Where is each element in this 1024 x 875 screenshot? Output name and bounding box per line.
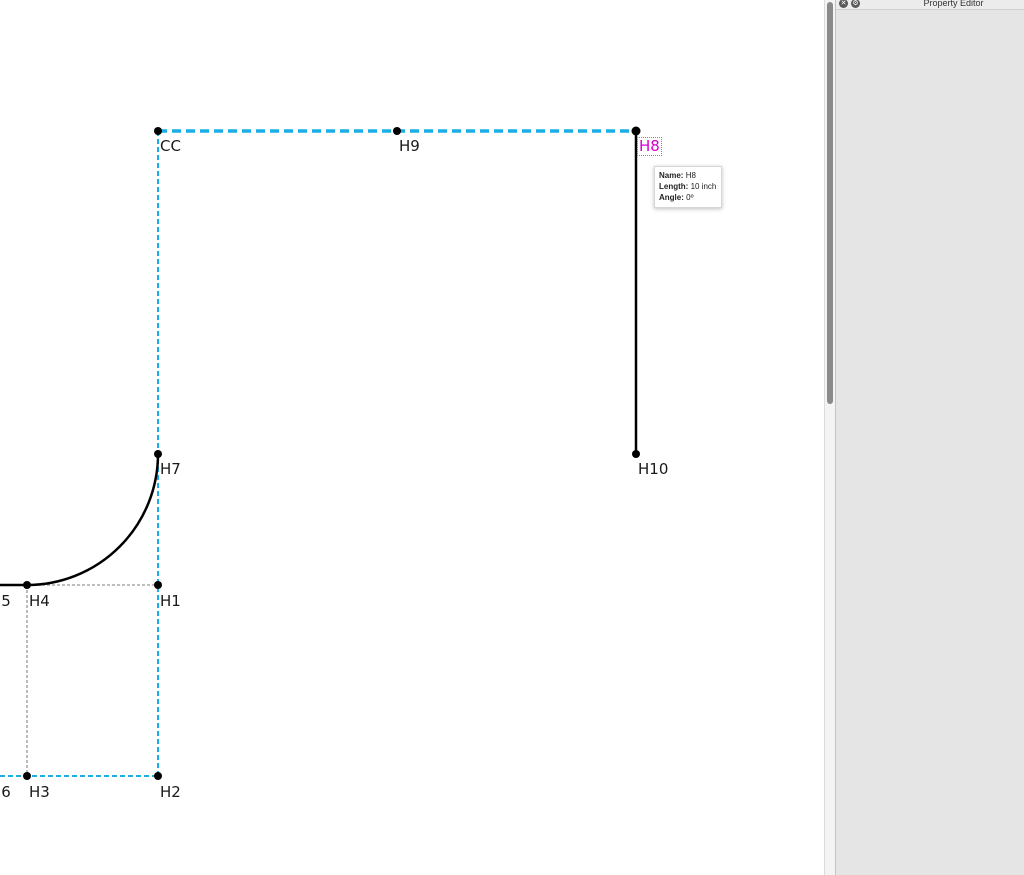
panel-titlebar[interactable]: ✕ ⚙ Property Editor xyxy=(836,0,1024,10)
curve-h4-h7[interactable] xyxy=(26,453,160,587)
tooltip-angle-key: Angle: xyxy=(659,193,684,202)
tooltip-angle-row: Angle: 0º xyxy=(659,192,716,203)
point-label-h8[interactable]: H8 xyxy=(637,137,662,156)
tooltip-length-row: Length: 10 inch xyxy=(659,181,716,192)
point-label-h7[interactable]: H7 xyxy=(160,462,181,477)
point-label-h6[interactable]: H6 xyxy=(0,785,11,800)
point-label-h2[interactable]: H2 xyxy=(160,785,181,800)
property-editor-panel: ✕ ⚙ Property Editor xyxy=(835,0,1024,875)
point-label-h4[interactable]: H4 xyxy=(29,594,50,609)
tooltip-length-value: 10 inch xyxy=(690,182,717,191)
point-label-h10[interactable]: H10 xyxy=(638,462,668,477)
tooltip-length-key: Length: xyxy=(659,182,689,191)
scrollbar-thumb[interactable] xyxy=(827,2,833,404)
pattern-drawing[interactable] xyxy=(0,0,824,875)
point-h9[interactable] xyxy=(393,127,401,135)
tooltip-name-value: H8 xyxy=(685,171,696,180)
drawing-canvas[interactable]: CC H9 H8 H10 H7 H5 H4 H1 H6 H3 H2 Name: … xyxy=(0,0,824,875)
tooltip-angle-value: 0º xyxy=(686,193,694,202)
point-cc[interactable] xyxy=(154,127,162,135)
tooltip-name-key: Name: xyxy=(659,171,684,180)
point-h4[interactable] xyxy=(23,581,31,589)
point-label-h3[interactable]: H3 xyxy=(29,785,50,800)
point-h2[interactable] xyxy=(154,772,162,780)
point-label-cc[interactable]: CC xyxy=(160,139,181,154)
point-h3[interactable] xyxy=(23,772,31,780)
point-h10[interactable] xyxy=(632,450,640,458)
point-h7[interactable] xyxy=(154,450,162,458)
tooltip-name-row: Name: H8 xyxy=(659,170,716,181)
point-h8[interactable] xyxy=(631,126,641,136)
point-h1[interactable] xyxy=(154,581,162,589)
point-label-h1[interactable]: H1 xyxy=(160,594,181,609)
point-label-h5[interactable]: H5 xyxy=(0,594,11,609)
segment-tooltip: Name: H8 Length: 10 inch Angle: 0º xyxy=(654,166,723,208)
point-label-h9[interactable]: H9 xyxy=(399,139,420,154)
panel-title: Property Editor xyxy=(923,0,984,8)
